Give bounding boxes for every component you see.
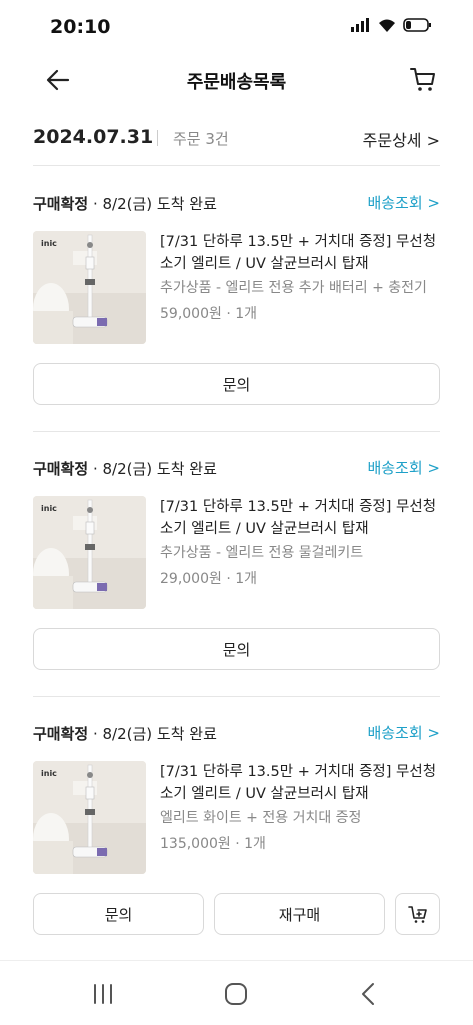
- cart-icon[interactable]: [409, 65, 437, 93]
- thumb-brand-text: inic: [41, 504, 57, 513]
- status-icons: [351, 17, 433, 33]
- app-header: 주문배송목록: [0, 56, 473, 104]
- order-status: 구매확정 · 8/2(금) 도착 완료: [33, 193, 217, 214]
- inquiry-button[interactable]: 문의: [33, 893, 204, 935]
- status-arrival: · 8/2(금) 도착 완료: [88, 725, 217, 743]
- thumb-brand-text: inic: [41, 239, 57, 248]
- order-item: 구매확정 · 8/2(금) 도착 완료 배송조회 > inic [7/31 단하…: [33, 696, 440, 946]
- thumb-brand-text: inic: [41, 769, 57, 778]
- nav-back-icon[interactable]: [358, 982, 378, 1006]
- wifi-icon: [379, 19, 395, 32]
- product-thumbnail[interactable]: inic: [33, 761, 146, 874]
- order-item: 구매확정 · 8/2(금) 도착 완료 배송조회 > inic [7/31 단하…: [33, 431, 440, 697]
- system-nav-bar: [0, 960, 473, 1025]
- inquiry-button[interactable]: 문의: [33, 628, 440, 670]
- page-title: 주문배송목록: [186, 72, 287, 93]
- status-time: 20:10: [50, 16, 111, 38]
- product-option: 추가상품 - 엘리트 전용 추가 배터리 + 충전기: [160, 280, 427, 296]
- home-icon[interactable]: [224, 982, 248, 1006]
- order-summary: 2024.07.31 주문 3건 주문상세 >: [33, 124, 440, 152]
- battery-icon: [403, 18, 431, 32]
- order-date: 2024.07.31: [33, 126, 154, 148]
- order-count: 주문 3건: [173, 130, 229, 148]
- product-price: 59,000원 · 1개: [160, 306, 258, 322]
- separator: [157, 130, 158, 146]
- track-delivery-link[interactable]: 배송조회 >: [367, 192, 440, 213]
- product-price: 135,000원 · 1개: [160, 836, 266, 852]
- add-to-cart-button[interactable]: [395, 893, 440, 935]
- product-option: 엘리트 화이트 + 전용 거치대 증정: [160, 810, 362, 826]
- status-bar: 20:10: [0, 0, 473, 56]
- reorder-button[interactable]: 재구매: [214, 893, 385, 935]
- product-price: 29,000원 · 1개: [160, 571, 258, 587]
- add-to-cart-icon: [407, 906, 427, 923]
- product-thumbnail[interactable]: inic: [33, 231, 146, 344]
- track-delivery-link[interactable]: 배송조회 >: [367, 457, 440, 478]
- product-thumbnail[interactable]: inic: [33, 496, 146, 609]
- order-detail-link[interactable]: 주문상세 >: [363, 127, 440, 151]
- track-delivery-link[interactable]: 배송조회 >: [367, 722, 440, 743]
- product-title[interactable]: [7/31 단하루 13.5만 + 거치대 증정] 무선청소기 엘리트 / UV…: [160, 761, 440, 805]
- order-status: 구매확정 · 8/2(금) 도착 완료: [33, 458, 217, 479]
- product-title[interactable]: [7/31 단하루 13.5만 + 거치대 증정] 무선청소기 엘리트 / UV…: [160, 496, 440, 540]
- product-option: 추가상품 - 엘리트 전용 물걸레키트: [160, 545, 364, 561]
- inquiry-button[interactable]: 문의: [33, 363, 440, 405]
- recent-apps-icon[interactable]: [92, 983, 114, 1005]
- signal-icon: [351, 18, 369, 32]
- status-arrival: · 8/2(금) 도착 완료: [88, 460, 217, 478]
- order-status: 구매확정 · 8/2(금) 도착 완료: [33, 723, 217, 744]
- status-confirmed: 구매확정: [33, 725, 89, 743]
- status-confirmed: 구매확정: [33, 460, 89, 478]
- status-arrival: · 8/2(금) 도착 완료: [88, 195, 217, 213]
- product-title[interactable]: [7/31 단하루 13.5만 + 거치대 증정] 무선청소기 엘리트 / UV…: [160, 231, 440, 275]
- status-confirmed: 구매확정: [33, 195, 89, 213]
- order-item: 구매확정 · 8/2(금) 도착 완료 배송조회 > inic [7/31 단하…: [33, 166, 440, 432]
